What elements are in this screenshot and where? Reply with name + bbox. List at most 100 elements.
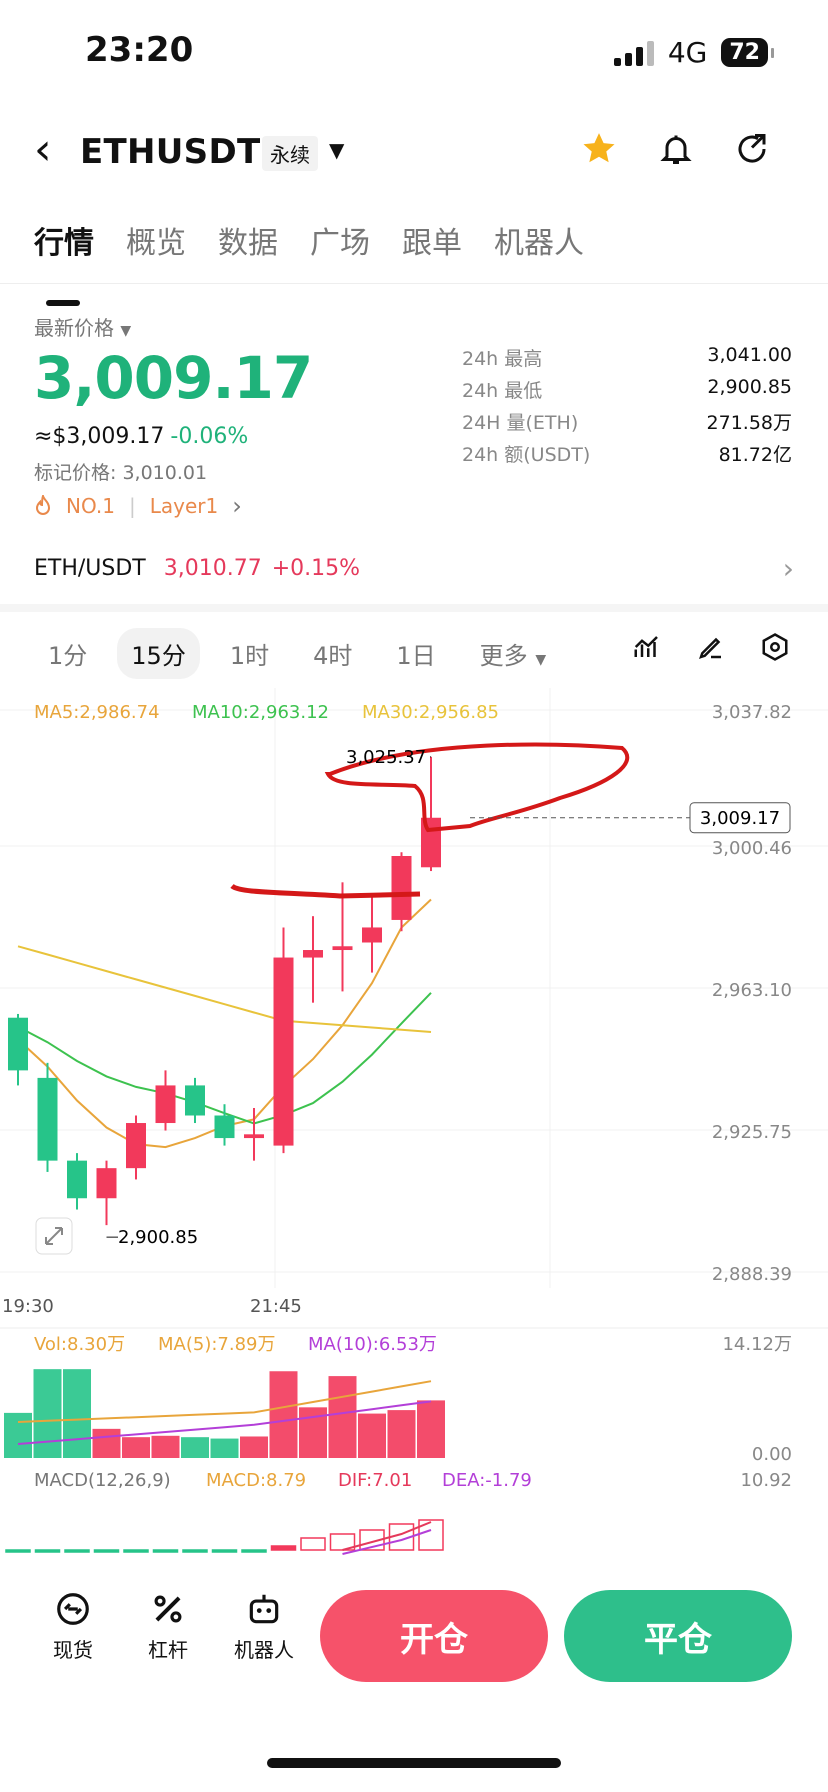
flame-icon [35, 495, 51, 515]
macd-bar [34, 1549, 61, 1553]
spot-link-row[interactable]: ETH/USDT 3,010.77 +0.15% › [34, 552, 794, 585]
timeframe-1h[interactable]: 1时 [216, 628, 283, 679]
stat-row-turnover: 24h 额(USDT) 81.72亿 [462, 440, 792, 472]
category-tag: Layer1 [149, 494, 219, 518]
status-time: 23:20 [85, 30, 194, 70]
signal-icon [613, 40, 654, 66]
candle-body [155, 1085, 176, 1124]
stat-label: 24h 最低 [462, 380, 543, 402]
volume-bar [122, 1437, 150, 1458]
chart-tools [632, 632, 790, 662]
tag-row[interactable]: NO.1 | Layer1 › [34, 492, 242, 520]
main-tabs: 行情 概览 数据 广场 跟单 机器人 [34, 218, 584, 306]
volume-bar [358, 1413, 386, 1458]
stat-label: 24h 最高 [462, 348, 543, 370]
close-position-button[interactable]: 平仓 [564, 1590, 792, 1682]
tab-bots[interactable]: 机器人 [494, 218, 584, 262]
candlestick-chart[interactable]: MA5:2,986.74 MA10:2,963.12 MA30:2,956.85… [0, 688, 828, 1558]
timeframe-1d[interactable]: 1日 [382, 628, 449, 679]
macd-histogram [5, 1519, 444, 1555]
timeframe-more-label: 更多 [479, 642, 528, 670]
share-icon[interactable] [734, 130, 770, 168]
tab-data[interactable]: 数据 [218, 218, 278, 262]
tab-copy-trading[interactable]: 跟单 [402, 218, 462, 262]
open-position-button[interactable]: 开仓 [320, 1590, 548, 1682]
candle-body [185, 1085, 205, 1116]
volume-bar [63, 1369, 91, 1458]
bottom-bar: 现货 杠杆 机器人 开仓 平仓 [0, 1590, 828, 1682]
settings-hex-icon[interactable] [760, 632, 790, 662]
tab-square[interactable]: 广场 [310, 218, 370, 262]
stat-value: 3,041.00 [707, 344, 792, 366]
bell-icon[interactable] [658, 130, 694, 168]
vol-label: Vol:8.30万 [34, 1334, 125, 1355]
stat-value: 81.72亿 [718, 444, 792, 466]
nav-spot-label: 现货 [53, 1638, 93, 1662]
nav-robot-label: 机器人 [234, 1638, 294, 1662]
macd-bar [270, 1545, 297, 1551]
macd-bar [211, 1549, 238, 1553]
x-tick: 19:30 [2, 1296, 54, 1317]
tag-separator: | [128, 494, 136, 518]
indicator-icon[interactable] [632, 632, 662, 662]
volume-bar [387, 1410, 416, 1458]
candle-body [8, 1017, 28, 1071]
tab-overview[interactable]: 概览 [126, 218, 186, 262]
nav-spot[interactable]: 现货 [33, 1590, 113, 1663]
vol-min-label: 0.00 [752, 1444, 792, 1465]
chevron-down-icon: ▼ [535, 652, 547, 668]
chevron-down-icon[interactable]: ▼ [329, 138, 344, 162]
leverage-icon [154, 1595, 182, 1623]
volume-bar [417, 1400, 445, 1458]
macd-value: MACD:8.79 [206, 1470, 306, 1491]
divider [0, 283, 828, 284]
spot-icon [57, 1593, 89, 1625]
volume-bar [328, 1376, 357, 1458]
candle-body [126, 1123, 146, 1169]
spot-pair: ETH/USDT [34, 556, 146, 581]
draw-icon[interactable] [696, 632, 726, 662]
x-tick: 21:45 [250, 1296, 302, 1317]
back-icon[interactable]: ‹ [34, 128, 52, 172]
contract-type-badge[interactable]: 永续 [262, 136, 318, 171]
status-indicators: 4G 72 [613, 36, 774, 69]
price-markers: 3,025.37 2,900.85 [106, 747, 431, 1248]
dea-value: DEA:-1.79 [442, 1470, 532, 1491]
timeframe-1m[interactable]: 1分 [34, 628, 101, 679]
timeframe-15m[interactable]: 15分 [117, 628, 200, 679]
usd-value: ≈$3,009.17 [34, 424, 165, 449]
network-label: 4G [667, 36, 708, 69]
macd-max-label: 10.92 [740, 1470, 792, 1491]
pair-title[interactable]: ETHUSDT [80, 132, 260, 172]
ma30-label: MA30:2,956.85 [362, 702, 499, 723]
candle-body [37, 1077, 58, 1161]
stat-row-volume: 24H 量(ETH) 271.58万 [462, 408, 792, 440]
macd-bar [123, 1549, 149, 1553]
y-tick: 2,925.75 [712, 1122, 792, 1143]
chevron-right-icon: › [232, 492, 242, 520]
rank-tag: NO.1 [66, 494, 115, 518]
volume-bar [92, 1428, 121, 1458]
volume-bar [269, 1371, 298, 1458]
home-indicator [267, 1758, 561, 1768]
y-tick: 2,888.39 [712, 1264, 792, 1285]
volume-bar [240, 1436, 268, 1458]
y-tick: 3,000.46 [712, 838, 792, 859]
star-icon[interactable] [580, 130, 618, 168]
timeframe-more[interactable]: 更多 ▼ [466, 628, 560, 679]
stats-24h: 24h 最高 3,041.00 24h 最低 2,900.85 24H 量(ETH)… [462, 344, 792, 472]
timeframe-bar: 1分 15分 1时 4时 1日 更多 ▼ [34, 628, 560, 679]
tab-market[interactable]: 行情 [34, 218, 94, 306]
nav-leverage[interactable]: 杠杆 [128, 1590, 208, 1663]
stat-label: 24H 量(ETH) [462, 412, 579, 434]
macd-bar [5, 1549, 31, 1553]
stat-label: 24h 额(USDT) [462, 444, 591, 466]
candle-body [67, 1160, 87, 1199]
nav-robot[interactable]: 机器人 [224, 1590, 304, 1663]
vol-ma5-label: MA(5):7.89万 [158, 1334, 275, 1355]
y-tick: 3,037.82 [712, 702, 792, 723]
latest-price-selector[interactable]: 最新价格 ▼ [34, 312, 131, 341]
dea-line [342, 1529, 432, 1555]
ma30-line [17, 945, 432, 1033]
timeframe-4h[interactable]: 4时 [299, 628, 366, 679]
